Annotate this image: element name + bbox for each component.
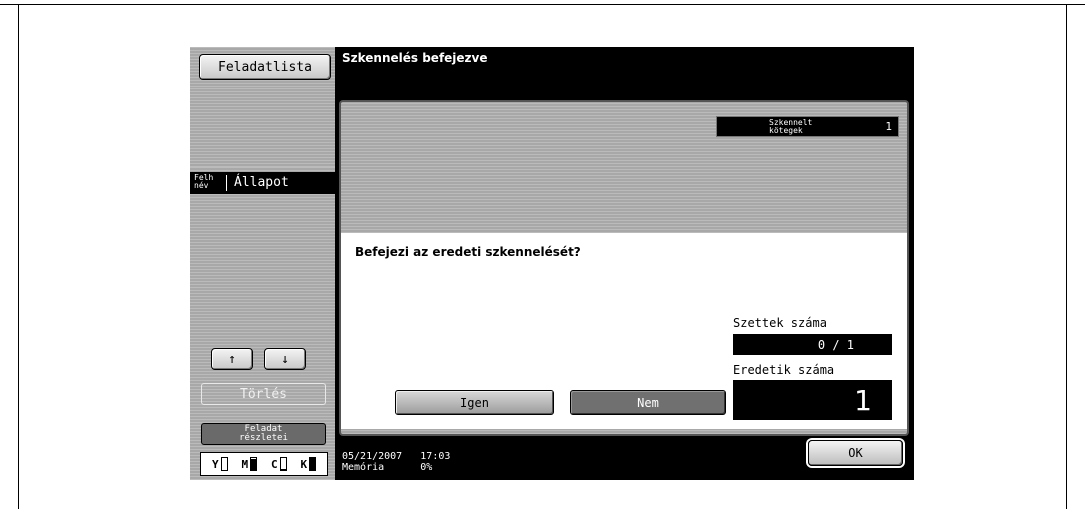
ok-button[interactable]: OK <box>808 440 903 466</box>
user-name-column-header: Felh név <box>194 173 214 190</box>
confirm-dialog: Befejezi az eredeti szkennelését? Szette… <box>341 233 907 429</box>
toner-black: K <box>300 457 317 471</box>
sets-count-value: 0 / 1 <box>733 334 892 355</box>
toner-level-bar <box>309 457 317 471</box>
toner-label: Y <box>211 458 219 471</box>
frame-top-rule <box>0 4 1085 5</box>
originals-count-value: 1 <box>733 380 892 420</box>
delete-button[interactable]: Törlés <box>201 383 326 405</box>
job-details-button[interactable]: Feladat részletei <box>201 423 326 445</box>
toner-levels: Y M C K <box>200 452 328 476</box>
toner-label: C <box>270 458 278 471</box>
memory-label: Memória <box>342 462 385 473</box>
yes-button[interactable]: Igen <box>395 390 554 415</box>
frame-right-rule <box>1066 4 1067 509</box>
dialog-question: Befejezi az eredeti szkennelését? <box>355 245 581 259</box>
toner-label: M <box>241 458 249 471</box>
toner-level-bar <box>279 457 287 471</box>
control-panel-screen: Feladatlista Felh név Állapot ↑ ↓ Törlés… <box>190 47 914 480</box>
toner-level-bar <box>220 457 228 471</box>
sets-count-label: Szettek száma <box>733 316 827 330</box>
sidebar-top-area <box>190 87 335 167</box>
scanned-batches-value: 1 <box>885 120 892 133</box>
toner-label: K <box>300 458 308 471</box>
toner-fill <box>310 458 316 470</box>
job-list-header: Felh név Állapot <box>190 172 335 194</box>
scanned-batches-label-line2: kötegek <box>769 126 803 135</box>
date: 05/21/2007 <box>342 451 403 462</box>
toner-fill <box>251 459 257 470</box>
task-list-button[interactable]: Feladatlista <box>199 54 331 80</box>
originals-count-label: Eredetik száma <box>733 363 835 377</box>
scroll-down-button[interactable]: ↓ <box>264 348 306 370</box>
arrow-down-icon: ↓ <box>281 351 289 367</box>
memory-value: 0% <box>420 462 433 473</box>
screen-title: Szkennelés befejezve <box>342 51 488 65</box>
status-column-header: Állapot <box>234 175 289 190</box>
toner-yellow: Y <box>212 457 228 471</box>
toner-fill <box>280 469 286 470</box>
job-details-label-line2: részletei <box>239 433 288 443</box>
toner-level-bar <box>250 457 258 471</box>
status-footer: 05/21/2007 17:03 Memória 0% <box>342 451 450 473</box>
scroll-up-button[interactable]: ↑ <box>211 348 253 370</box>
time: 17:03 <box>420 451 451 462</box>
frame-left-rule <box>18 4 19 509</box>
toner-cyan: C <box>271 457 287 471</box>
header-divider <box>226 175 227 191</box>
job-list <box>190 194 335 447</box>
scanned-batches-counter: Szkennelt kötegek 1 <box>716 116 899 137</box>
scanned-batches-label: Szkennelt kötegek <box>769 119 812 135</box>
no-button[interactable]: Nem <box>570 390 726 415</box>
toner-magenta: M <box>241 457 258 471</box>
arrow-up-icon: ↑ <box>228 351 236 367</box>
left-sidebar: Feladatlista Felh név Állapot ↑ ↓ Törlés… <box>190 47 335 480</box>
